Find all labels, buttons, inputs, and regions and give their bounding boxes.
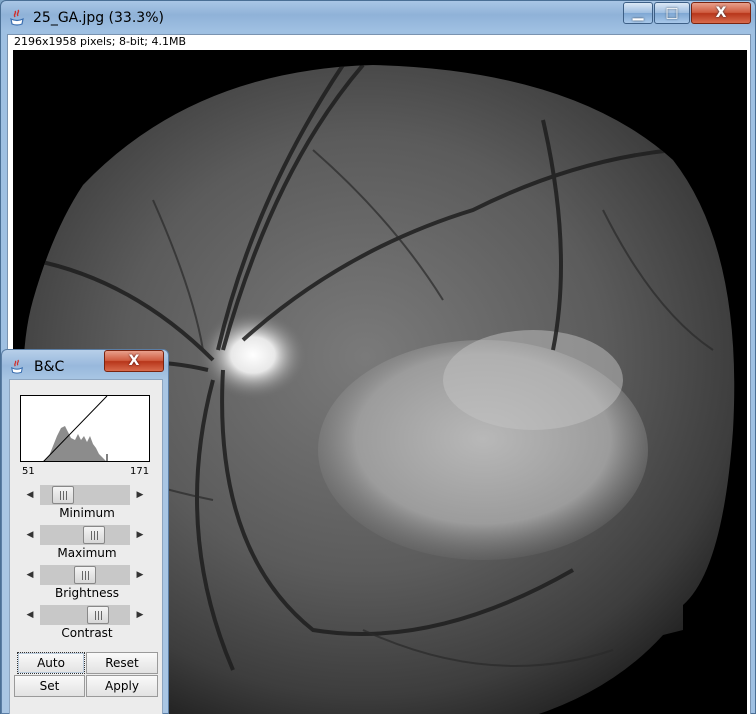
panel-title: B&C	[34, 359, 65, 375]
slider-track[interactable]	[40, 605, 130, 625]
slider-thumb[interactable]	[52, 486, 74, 504]
java-icon	[11, 359, 23, 374]
panel-close-button[interactable]: X	[104, 350, 164, 372]
contrast-slider[interactable]: ◀ ▶	[20, 605, 150, 625]
maximum-label: Maximum	[57, 546, 117, 560]
right-arrow-icon[interactable]: ▶	[130, 605, 150, 625]
panel-body: 51 171 ◀ ▶ Minimum ◀ ▶ Maximum ◀ ▶ Brigh…	[9, 379, 163, 714]
slider-thumb[interactable]	[83, 526, 105, 544]
brightness-contrast-panel[interactable]: B&C X 51 171 ◀ ▶ Minimum ◀ ▶ Maximum ◀ ▶…	[1, 349, 169, 714]
close-icon: X	[128, 353, 140, 369]
window-title: 25_GA.jpg (33.3%)	[33, 10, 164, 26]
left-arrow-icon[interactable]: ◀	[20, 605, 40, 625]
maximize-icon: □	[665, 5, 679, 21]
java-icon	[10, 9, 24, 26]
left-arrow-icon[interactable]: ◀	[20, 565, 40, 585]
histogram-plot	[43, 396, 108, 461]
histogram-min-label: 51	[22, 466, 35, 477]
histogram	[20, 395, 150, 462]
apply-button[interactable]: Apply	[86, 675, 158, 697]
histogram-max-label: 171	[130, 466, 150, 477]
minimize-button[interactable]: ▁	[623, 2, 653, 24]
auto-button[interactable]: Auto	[17, 652, 85, 674]
right-arrow-icon[interactable]: ▶	[130, 525, 150, 545]
left-arrow-icon[interactable]: ◀	[20, 525, 40, 545]
reset-button[interactable]: Reset	[86, 652, 158, 674]
slider-track[interactable]	[40, 485, 130, 505]
brightness-label: Brightness	[55, 586, 119, 600]
image-info-text: 2196x1958 pixels; 8-bit; 4.1MB	[14, 35, 187, 48]
maximize-button[interactable]: □	[654, 2, 690, 24]
right-arrow-icon[interactable]: ▶	[130, 565, 150, 585]
maximum-slider[interactable]: ◀ ▶	[20, 525, 150, 545]
slider-thumb[interactable]	[74, 566, 96, 584]
set-button[interactable]: Set	[14, 675, 85, 697]
contrast-label: Contrast	[61, 626, 113, 640]
close-icon: X	[715, 5, 727, 21]
slider-track[interactable]	[40, 565, 130, 585]
minimum-label: Minimum	[59, 506, 115, 520]
brightness-slider[interactable]: ◀ ▶	[20, 565, 150, 585]
close-button[interactable]: X	[691, 2, 751, 24]
minimize-icon: ▁	[632, 5, 644, 21]
image-window-titlebar[interactable]: 25_GA.jpg (33.3%) ▁ □ X	[1, 1, 755, 35]
slider-thumb[interactable]	[87, 606, 109, 624]
right-arrow-icon[interactable]: ▶	[130, 485, 150, 505]
left-arrow-icon[interactable]: ◀	[20, 485, 40, 505]
minimum-slider[interactable]: ◀ ▶	[20, 485, 150, 505]
slider-track[interactable]	[40, 525, 130, 545]
